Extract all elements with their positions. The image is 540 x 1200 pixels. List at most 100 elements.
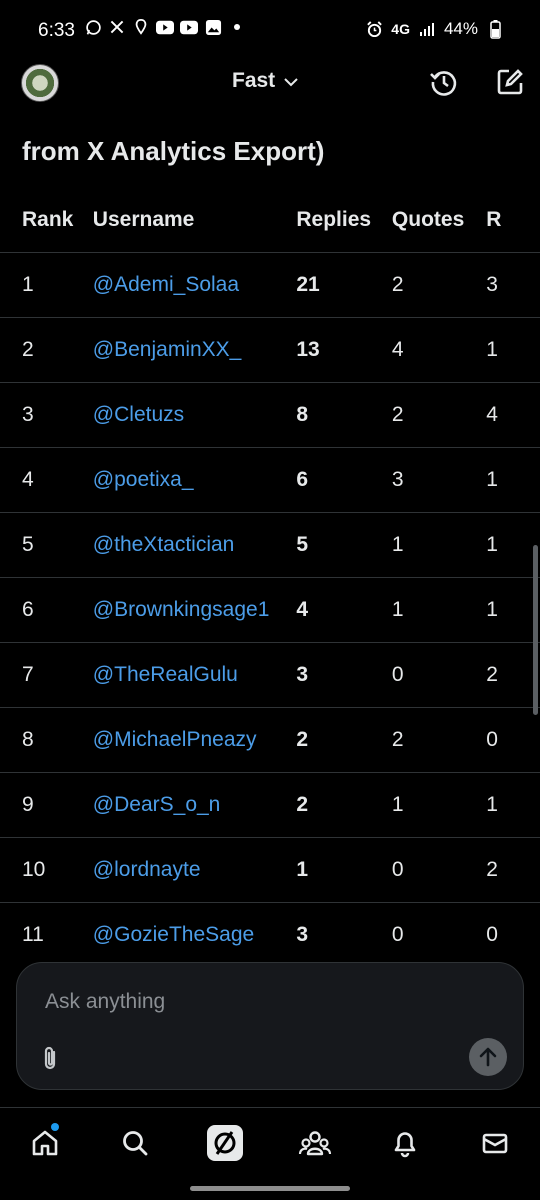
cell-rank: 5 — [0, 512, 93, 578]
response-heading: from X Analytics Export) — [22, 136, 325, 166]
history-button[interactable] — [428, 66, 460, 98]
cell-username-link[interactable]: @BenjaminXX_ — [92, 317, 297, 383]
cell-rank: 1 — [0, 252, 93, 318]
cell-quotes: 1 — [391, 512, 487, 578]
signal-icon — [418, 20, 436, 38]
table-row: 3 @Cletuzs 8 2 4 — [0, 382, 540, 448]
location-icon — [132, 18, 150, 36]
nav-search[interactable] — [90, 1108, 180, 1178]
leaderboard-table: Rank Username Replies Quotes R 1 @Ademi_… — [0, 188, 540, 958]
compose-icon — [497, 69, 523, 95]
cell-replies: 5 — [296, 512, 392, 578]
cell-truncated: 2 — [486, 837, 540, 903]
youtube-icon — [180, 18, 198, 36]
status-notification-icons — [84, 18, 246, 36]
cell-quotes: 1 — [391, 772, 487, 838]
table-row: 5 @theXtactician 5 1 1 — [0, 512, 540, 578]
cell-replies: 13 — [296, 317, 392, 383]
paperclip-icon — [44, 1046, 56, 1070]
battery-charging-icon — [486, 19, 504, 39]
cell-replies: 3 — [296, 642, 392, 708]
nav-communities[interactable] — [270, 1108, 360, 1178]
cell-rank: 11 — [0, 902, 93, 958]
cell-username-link[interactable]: @Ademi_Solaa — [92, 252, 297, 318]
app-header: Fast — [0, 60, 540, 108]
cell-username-link[interactable]: @Brownkingsage1 — [92, 577, 297, 643]
cell-username-link[interactable]: @DearS_o_n — [92, 772, 297, 838]
cell-truncated: 2 — [486, 642, 540, 708]
chevron-down-icon — [283, 69, 299, 93]
avatar[interactable] — [21, 64, 59, 102]
cell-replies: 1 — [296, 837, 392, 903]
table-header-row: Rank Username Replies Quotes R — [0, 188, 540, 253]
cell-quotes: 0 — [391, 642, 487, 708]
nav-grok[interactable] — [180, 1108, 270, 1178]
table-row: 8 @MichaelPneazy 2 2 0 — [0, 707, 540, 773]
cell-username-link[interactable]: @theXtactician — [92, 512, 297, 578]
cell-quotes: 1 — [391, 577, 487, 643]
cell-username-link[interactable]: @lordnayte — [92, 837, 297, 903]
cell-username-link[interactable]: @GozieTheSage — [92, 902, 297, 958]
youtube-icon — [156, 18, 174, 36]
cell-replies: 2 — [296, 707, 392, 773]
status-system-icons: 4G 44% — [365, 19, 504, 39]
ask-input[interactable] — [43, 985, 467, 1019]
table-row: 7 @TheRealGulu 3 0 2 — [0, 642, 540, 708]
send-button[interactable] — [469, 1038, 507, 1076]
cell-replies: 3 — [296, 902, 392, 958]
cell-rank: 10 — [0, 837, 93, 903]
status-bar: 6:33 4G 44% — [0, 0, 540, 60]
cell-rank: 3 — [0, 382, 93, 448]
cell-username-link[interactable]: @MichaelPneazy — [92, 707, 297, 773]
cell-quotes: 4 — [391, 317, 487, 383]
model-selector[interactable]: Fast — [232, 69, 299, 93]
status-time: 6:33 — [38, 20, 75, 41]
cell-rank: 7 — [0, 642, 93, 708]
cell-truncated: 1 — [486, 317, 540, 383]
cell-rank: 6 — [0, 577, 93, 643]
arrow-up-icon — [479, 1047, 497, 1067]
cell-rank: 9 — [0, 772, 93, 838]
envelope-icon — [482, 1133, 508, 1154]
cell-truncated: 1 — [486, 512, 540, 578]
table-row: 4 @poetixa_ 6 3 1 — [0, 447, 540, 513]
cell-quotes: 2 — [391, 707, 487, 773]
more-notifications-dot-icon — [228, 18, 246, 36]
attach-button[interactable] — [39, 1045, 63, 1073]
nav-notifications[interactable] — [360, 1108, 450, 1178]
cell-replies: 21 — [296, 252, 392, 318]
cell-username-link[interactable]: @TheRealGulu — [92, 642, 297, 708]
cell-username-link[interactable]: @Cletuzs — [92, 382, 297, 448]
nav-messages[interactable] — [450, 1108, 540, 1178]
bottom-navigation — [0, 1108, 540, 1178]
cell-quotes: 2 — [391, 252, 487, 318]
table-row: 2 @BenjaminXX_ 13 4 1 — [0, 317, 540, 383]
x-logo-icon — [108, 18, 126, 36]
leaderboard-table-container[interactable]: Rank Username Replies Quotes R 1 @Ademi_… — [0, 188, 540, 958]
search-icon — [123, 1131, 148, 1156]
model-label: Fast — [232, 69, 276, 92]
column-header-truncated: R — [486, 208, 502, 231]
cell-replies: 4 — [296, 577, 392, 643]
column-header-quotes: Quotes — [391, 208, 465, 231]
column-header-replies: Replies — [296, 208, 372, 231]
new-chat-button[interactable] — [494, 66, 526, 98]
table-row: 10 @lordnayte 1 0 2 — [0, 837, 540, 903]
cell-replies: 2 — [296, 772, 392, 838]
cell-truncated: 0 — [486, 707, 540, 773]
communities-icon — [298, 1131, 332, 1156]
network-type: 4G — [391, 21, 410, 37]
scrollbar[interactable] — [533, 545, 538, 715]
table-row: 11 @GozieTheSage 3 0 0 — [0, 902, 540, 958]
home-icon — [32, 1130, 58, 1156]
nav-home[interactable] — [0, 1108, 90, 1178]
cell-quotes: 0 — [391, 902, 487, 958]
cell-truncated: 1 — [486, 772, 540, 838]
cell-username-link[interactable]: @poetixa_ — [92, 447, 297, 513]
gallery-icon — [204, 18, 222, 36]
notification-dot — [51, 1123, 59, 1131]
cell-truncated: 3 — [486, 252, 540, 318]
cell-truncated: 1 — [486, 577, 540, 643]
cell-truncated: 1 — [486, 447, 540, 513]
gesture-handle[interactable] — [190, 1186, 350, 1191]
